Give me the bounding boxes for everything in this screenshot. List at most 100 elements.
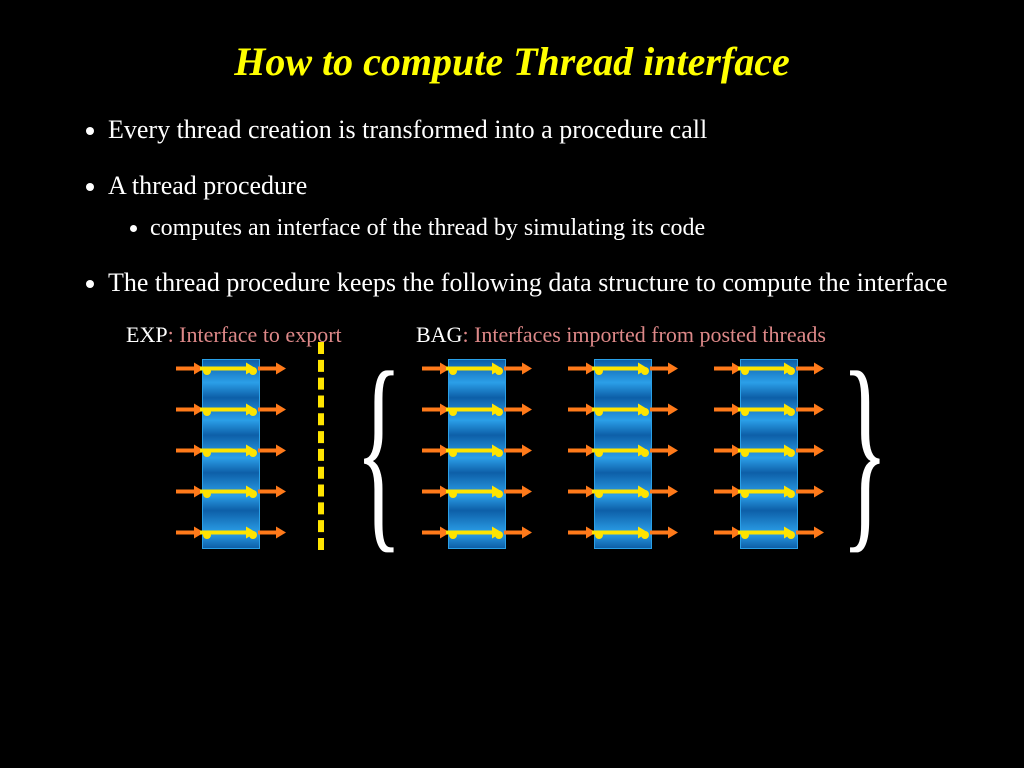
exp-key: EXP [126, 322, 168, 347]
arrow-icon [258, 401, 286, 417]
arrow-icon [200, 442, 256, 458]
bag-key: BAG [416, 322, 462, 347]
arrow-row [160, 361, 300, 381]
arrow-icon [650, 401, 678, 417]
arrow-row [406, 443, 546, 463]
bullet-2: A thread procedure computes an interface… [108, 169, 964, 244]
dot-icon [495, 449, 503, 457]
arrow-icon [258, 483, 286, 499]
arrow-icon [650, 483, 678, 499]
arrow-row [406, 525, 546, 545]
arrow-icon [258, 360, 286, 376]
bag-block [552, 359, 692, 547]
arrow-icon [504, 401, 532, 417]
arrow-row [552, 402, 692, 422]
arrow-row [698, 402, 838, 422]
arrow-icon [446, 360, 502, 376]
slide-title: How to compute Thread interface [60, 38, 964, 85]
arrow-icon [796, 524, 824, 540]
arrow-icon [200, 401, 256, 417]
arrow-icon [258, 524, 286, 540]
arrow-icon [650, 360, 678, 376]
arrow-icon [592, 401, 648, 417]
arrow-icon [796, 401, 824, 417]
left-brace-icon: { [355, 355, 403, 543]
bullet-3: The thread procedure keeps the following… [108, 266, 964, 300]
bag-block [406, 359, 546, 547]
dot-icon [641, 449, 649, 457]
bullet-list: Every thread creation is transformed int… [60, 113, 964, 300]
arrow-icon [650, 524, 678, 540]
arrow-row [160, 402, 300, 422]
bullet-1: Every thread creation is transformed int… [108, 113, 964, 147]
bag-label: BAG: Interfaces imported from posted thr… [416, 322, 826, 348]
dot-icon [249, 490, 257, 498]
diagram: { } [160, 356, 964, 550]
exp-block [160, 359, 300, 547]
dot-icon [249, 408, 257, 416]
arrow-icon [592, 442, 648, 458]
dot-icon [249, 449, 257, 457]
arrow-icon [738, 360, 794, 376]
arrow-icon [738, 442, 794, 458]
arrow-icon [446, 442, 502, 458]
arrow-icon [592, 483, 648, 499]
arrow-row [698, 443, 838, 463]
slide: How to compute Thread interface Every th… [0, 0, 1024, 768]
right-brace-icon: } [841, 355, 889, 543]
arrow-icon [258, 442, 286, 458]
dot-icon [787, 531, 795, 539]
arrow-icon [738, 524, 794, 540]
dot-icon [495, 490, 503, 498]
arrow-icon [504, 442, 532, 458]
arrow-row [698, 525, 838, 545]
dot-icon [641, 490, 649, 498]
arrow-row [698, 361, 838, 381]
arrow-icon [796, 483, 824, 499]
arrow-icon [738, 401, 794, 417]
dot-icon [787, 408, 795, 416]
arrow-icon [796, 360, 824, 376]
arrow-icon [650, 442, 678, 458]
sub-bullet-list: computes an interface of the thread by s… [108, 213, 964, 244]
arrow-row [698, 484, 838, 504]
arrow-icon [200, 483, 256, 499]
arrow-icon [200, 360, 256, 376]
bullet-2-sub: computes an interface of the thread by s… [150, 213, 964, 244]
dot-icon [249, 531, 257, 539]
exp-desc: : Interface to export [168, 322, 342, 347]
dot-icon [495, 531, 503, 539]
arrow-row [406, 402, 546, 422]
arrow-icon [446, 401, 502, 417]
bag-desc: : Interfaces imported from posted thread… [462, 322, 825, 347]
arrow-icon [446, 524, 502, 540]
dot-icon [249, 367, 257, 375]
arrow-row [160, 484, 300, 504]
diagram-labels: EXP: Interface to export BAG: Interfaces… [126, 322, 964, 348]
dot-icon [495, 367, 503, 375]
dot-icon [787, 367, 795, 375]
arrow-icon [200, 524, 256, 540]
arrow-row [406, 361, 546, 381]
arrow-row [160, 443, 300, 463]
arrow-icon [592, 360, 648, 376]
arrow-row [552, 525, 692, 545]
arrow-icon [504, 360, 532, 376]
divider-dashed [318, 342, 324, 550]
arrow-icon [504, 483, 532, 499]
arrow-row [552, 443, 692, 463]
bullet-2-text: A thread procedure [108, 171, 307, 200]
dot-icon [787, 449, 795, 457]
dot-icon [641, 408, 649, 416]
arrow-icon [504, 524, 532, 540]
arrow-icon [446, 483, 502, 499]
dot-icon [641, 531, 649, 539]
arrow-row [406, 484, 546, 504]
arrow-icon [592, 524, 648, 540]
dot-icon [787, 490, 795, 498]
arrow-row [160, 525, 300, 545]
dot-icon [495, 408, 503, 416]
arrow-row [552, 361, 692, 381]
bag-blocks [406, 359, 838, 547]
arrow-icon [738, 483, 794, 499]
